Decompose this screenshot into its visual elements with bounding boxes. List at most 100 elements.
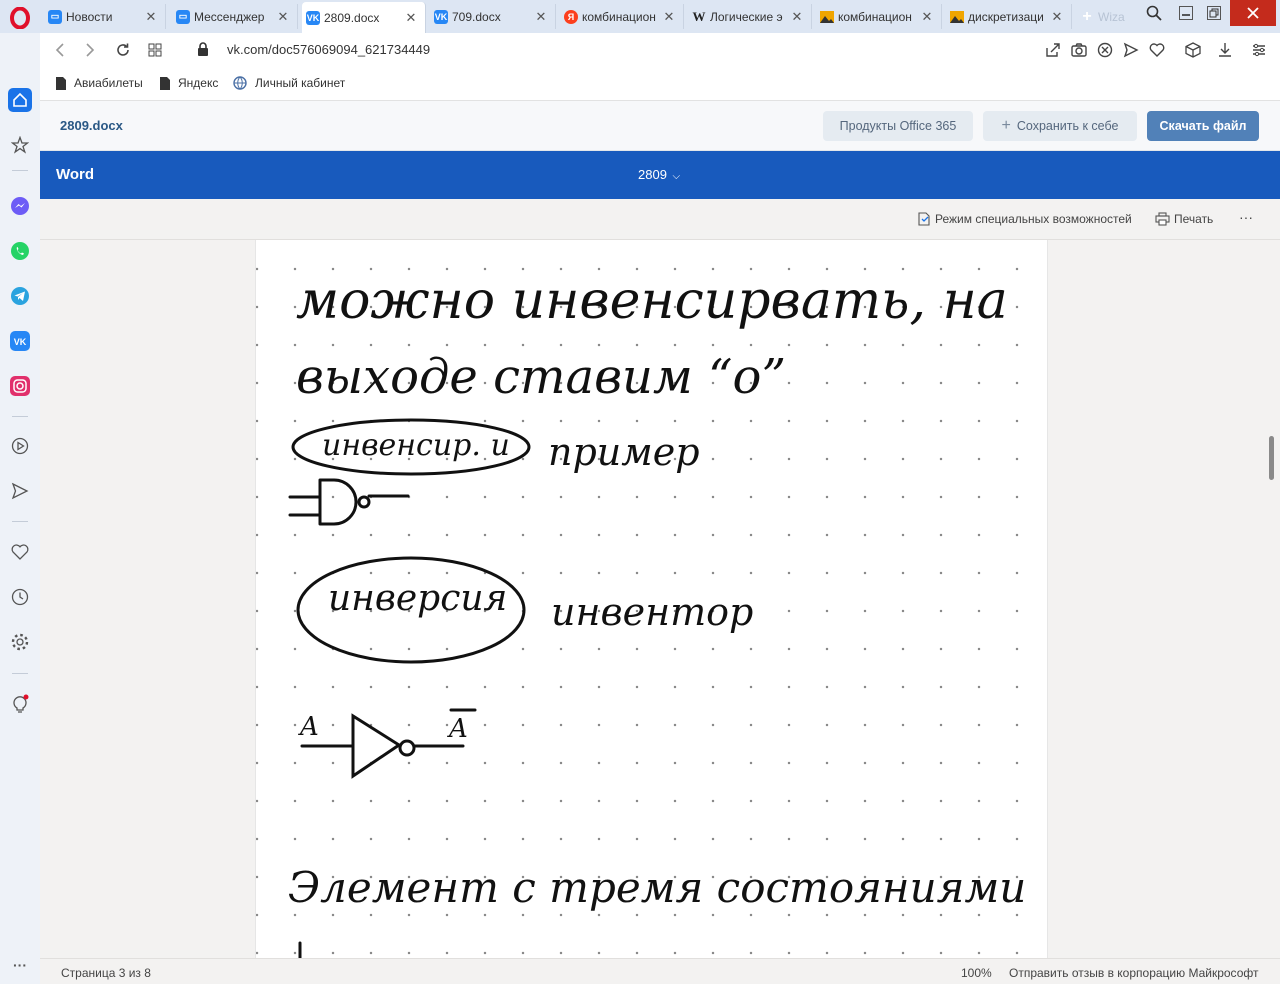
sidebar-divider — [12, 521, 28, 522]
handwriting-circled-1: инвенсир. и — [322, 428, 510, 463]
accessibility-icon — [918, 212, 931, 226]
handwritten-notes: можно инвенсирвать, на выходе ставим “о”… — [288, 271, 1026, 958]
easy-setup-icon[interactable] — [1250, 41, 1268, 59]
handwriting-circled-2: инверсия — [328, 578, 507, 619]
forward-icon[interactable] — [78, 38, 102, 62]
label-input-a: A — [298, 712, 319, 742]
box-icon[interactable] — [1184, 41, 1202, 59]
whatsapp-icon[interactable] — [8, 239, 32, 263]
office-products-button[interactable]: Продукты Office 365 — [823, 111, 973, 141]
player-icon[interactable] — [8, 434, 32, 458]
star-icon[interactable] — [8, 133, 32, 157]
handwriting-inverter: инвентор — [551, 590, 753, 634]
reload-icon[interactable] — [111, 38, 135, 62]
search-tabs-icon[interactable] — [1140, 0, 1168, 26]
close-icon[interactable]: ✕ — [661, 9, 677, 25]
vk-messenger-icon: ▭ — [176, 9, 190, 24]
lightbulb-icon[interactable] — [8, 692, 32, 716]
address-bar: vk.com/doc576069094_621734449 — [40, 33, 1280, 67]
handwriting-line-3: Элемент с тремя состояниями — [288, 863, 1026, 912]
vk-icon[interactable]: VK — [8, 329, 32, 353]
image-icon — [950, 10, 964, 24]
close-icon[interactable]: ✕ — [403, 10, 419, 26]
minimize-icon[interactable] — [1172, 0, 1200, 26]
tab-news[interactable]: ▭ Новости ✕ — [44, 4, 166, 29]
svg-text:VK: VK — [14, 337, 27, 347]
download-file-button[interactable]: Скачать файл — [1147, 111, 1259, 141]
send-icon[interactable] — [8, 479, 32, 503]
download-icon[interactable] — [1216, 41, 1234, 59]
bookmark-yandex[interactable]: Яндекс — [160, 76, 218, 90]
tab-strip: ▭ Новости ✕ ▭ Мессенджер ✕ VK 2809.docx … — [0, 0, 1280, 33]
page-counter: Страница 3 из 8 — [61, 966, 151, 980]
tab-new[interactable]: + Wiza — [1076, 4, 1132, 29]
nand-gate-symbol — [288, 478, 358, 526]
more-icon[interactable]: ··· — [8, 953, 32, 977]
messenger-icon[interactable] — [8, 194, 32, 218]
sidebar-divider — [12, 170, 28, 171]
tab-messenger[interactable]: ▭ Мессенджер ✕ — [172, 4, 298, 29]
status-bar: Страница 3 из 8 100% Отправить отзыв в к… — [40, 958, 1280, 984]
tab-image-1[interactable]: комбинацион ✕ — [816, 4, 942, 29]
globe-icon — [233, 76, 247, 90]
chevron-down-icon: ⌵ — [672, 171, 681, 182]
history-icon[interactable] — [8, 585, 32, 609]
tab-yandex-search[interactable]: Я комбинацион ✕ — [560, 4, 684, 29]
send-icon[interactable] — [1122, 41, 1140, 59]
close-icon[interactable]: ✕ — [275, 9, 291, 25]
telegram-icon[interactable] — [8, 284, 32, 308]
accessibility-mode-button[interactable]: Режим специальных возможностей — [918, 212, 1132, 226]
back-icon[interactable] — [48, 38, 72, 62]
handwriting-line-1: можно инвенсирвать, на — [296, 271, 1008, 331]
close-icon[interactable]: ✕ — [1049, 9, 1065, 25]
printer-icon — [1155, 212, 1170, 226]
bookmark-aviabilety[interactable]: Авиабилеты — [56, 76, 143, 90]
home-icon[interactable] — [8, 88, 32, 112]
bookmark-personal-account[interactable]: Личный кабинет — [233, 76, 345, 90]
close-icon[interactable]: ✕ — [789, 9, 805, 25]
vertical-scrollbar-thumb[interactable] — [1269, 436, 1274, 480]
document-icon — [160, 76, 170, 90]
tab-2809-docx[interactable]: VK 2809.docx ✕ — [302, 2, 426, 33]
url-field[interactable]: vk.com/doc576069094_621734449 — [227, 42, 430, 57]
close-window-icon[interactable] — [1230, 0, 1276, 26]
sidebar-divider — [12, 416, 28, 417]
plus-icon: + — [1082, 7, 1092, 25]
settings-gear-icon[interactable] — [8, 630, 32, 654]
vk-messenger-icon: ▭ — [48, 9, 62, 24]
lock-icon[interactable] — [197, 42, 209, 59]
vk-icon: VK — [434, 9, 448, 24]
tab-wikipedia[interactable]: W Логические э ✕ — [688, 4, 812, 29]
word-header: Word 2809 ⌵ — [40, 151, 1280, 199]
document-name: 2809.docx — [60, 118, 123, 133]
share-icon[interactable] — [1044, 41, 1062, 59]
print-button[interactable]: Печать — [1155, 212, 1213, 226]
camera-icon[interactable] — [1070, 41, 1088, 59]
heart-icon[interactable] — [1148, 41, 1166, 59]
restore-icon[interactable] — [1200, 0, 1228, 26]
image-icon — [820, 10, 834, 24]
tab-709-docx[interactable]: VK 709.docx ✕ — [430, 4, 556, 29]
feedback-link[interactable]: Отправить отзыв в корпорацию Майкрософт — [1009, 966, 1258, 980]
save-to-profile-button[interactable]: + Сохранить к себе — [983, 111, 1137, 141]
word-toolbar: Режим специальных возможностей Печать ··… — [40, 199, 1280, 240]
browser-sidebar: VK ··· — [0, 33, 40, 984]
instagram-icon[interactable] — [8, 374, 32, 398]
vk-document-header: 2809.docx Продукты Office 365 + Сохранит… — [40, 101, 1280, 151]
close-icon[interactable]: ✕ — [533, 9, 549, 25]
wikipedia-icon: W — [692, 8, 706, 24]
heart-icon[interactable] — [8, 540, 32, 564]
speed-dial-icon[interactable] — [143, 38, 167, 62]
close-icon[interactable]: ✕ — [919, 9, 935, 25]
opera-logo-icon[interactable] — [6, 6, 34, 30]
handwriting-line-2: выходе ставим “о” — [296, 349, 786, 405]
tab-image-2[interactable]: дискретизаци ✕ — [946, 4, 1072, 29]
close-icon[interactable]: ✕ — [143, 9, 159, 25]
zoom-level[interactable]: 100% — [961, 966, 992, 980]
adblock-icon[interactable] — [1096, 41, 1114, 59]
vk-icon: VK — [306, 10, 320, 25]
document-viewport[interactable]: можно инвенсирвать, на выходе ставим “о”… — [40, 240, 1280, 958]
nand-gate-bubble — [357, 495, 371, 509]
document-title-dropdown[interactable]: 2809 ⌵ — [638, 167, 680, 182]
more-options-button[interactable]: ··· — [1239, 209, 1253, 225]
